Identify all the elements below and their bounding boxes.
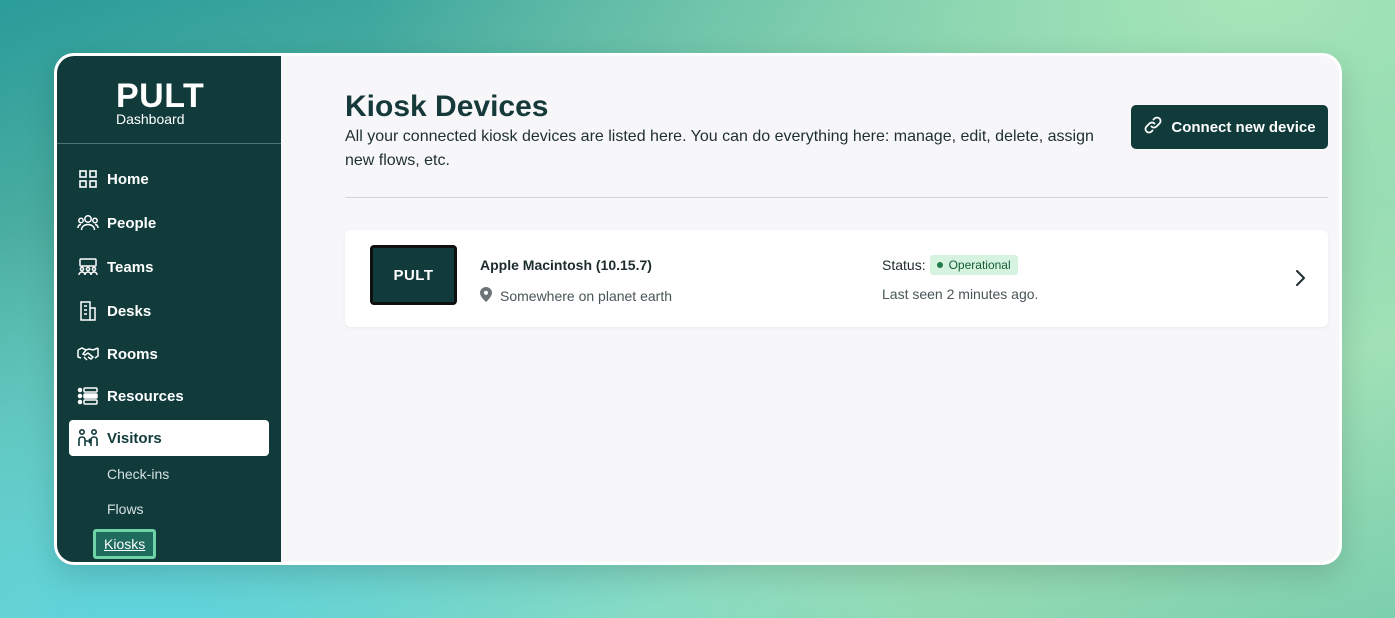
- device-location-text: Somewhere on planet earth: [500, 288, 672, 304]
- sidebar-item-label: People: [107, 214, 157, 232]
- sidebar-subitem-check-ins[interactable]: Check-ins: [107, 466, 169, 482]
- sidebar: PULT Dashboard Home People Teams Desks R…: [57, 56, 281, 562]
- device-thumbnail: PULT: [370, 245, 457, 305]
- device-location: Somewhere on planet earth: [480, 287, 672, 305]
- desk-building-icon: [77, 300, 99, 322]
- sidebar-item-people[interactable]: People: [69, 205, 269, 241]
- status-dot-icon: [936, 262, 943, 268]
- sidebar-item-label: Desks: [107, 302, 152, 320]
- divider: [345, 197, 1328, 198]
- device-name: Apple Macintosh (10.15.7): [480, 257, 652, 273]
- sidebar-item-visitors[interactable]: Visitors: [69, 420, 269, 456]
- sidebar-item-label: Rooms: [107, 345, 158, 363]
- sidebar-item-label: Resources: [107, 387, 184, 405]
- page-title: Kiosk Devices: [345, 90, 549, 123]
- brand-logo[interactable]: PULT: [116, 79, 204, 113]
- resources-list-icon: [77, 385, 99, 407]
- device-last-seen: Last seen 2 minutes ago.: [882, 286, 1039, 302]
- sidebar-item-label: Teams: [107, 258, 154, 276]
- sidebar-subitem-flows[interactable]: Flows: [107, 501, 144, 517]
- page-description: All your connected kiosk devices are lis…: [345, 128, 1094, 169]
- device-thumbnail-logo: PULT: [373, 248, 454, 302]
- main-content: Kiosk Devices All your connected kiosk d…: [281, 56, 1339, 562]
- sidebar-item-resources[interactable]: Resources: [69, 378, 269, 414]
- status-badge-text: Operational: [948, 258, 1011, 272]
- sidebar-item-home[interactable]: Home: [69, 161, 269, 197]
- visitors-icon: [77, 427, 99, 449]
- sidebar-item-rooms[interactable]: Rooms: [69, 336, 269, 372]
- sidebar-item-label: Home: [107, 170, 149, 188]
- brand: PULT Dashboard: [57, 56, 281, 144]
- brand-subtitle: Dashboard: [116, 111, 185, 127]
- status-label: Status:: [882, 257, 926, 273]
- location-pin-icon: [480, 287, 492, 305]
- connect-new-device-button[interactable]: Connect new device: [1131, 105, 1328, 149]
- link-icon: [1143, 115, 1163, 139]
- sidebar-subitem-kiosks[interactable]: Kiosks: [93, 529, 157, 559]
- device-card[interactable]: PULT Apple Macintosh (10.15.7) Somewhere…: [345, 230, 1328, 327]
- chevron-right-icon[interactable]: [1294, 268, 1306, 293]
- people-icon: [77, 212, 99, 234]
- grid-icon: [77, 168, 99, 190]
- teams-icon: [77, 256, 99, 278]
- connect-button-label: Connect new device: [1171, 118, 1316, 136]
- handshake-icon: [77, 343, 99, 365]
- sidebar-item-desks[interactable]: Desks: [69, 293, 269, 329]
- device-status: Status: Operational: [882, 255, 1018, 275]
- sidebar-item-teams[interactable]: Teams: [69, 249, 269, 285]
- status-badge: Operational: [929, 255, 1018, 275]
- sidebar-item-label: Visitors: [107, 429, 162, 447]
- app-window: PULT Dashboard Home People Teams Desks R…: [54, 53, 1342, 565]
